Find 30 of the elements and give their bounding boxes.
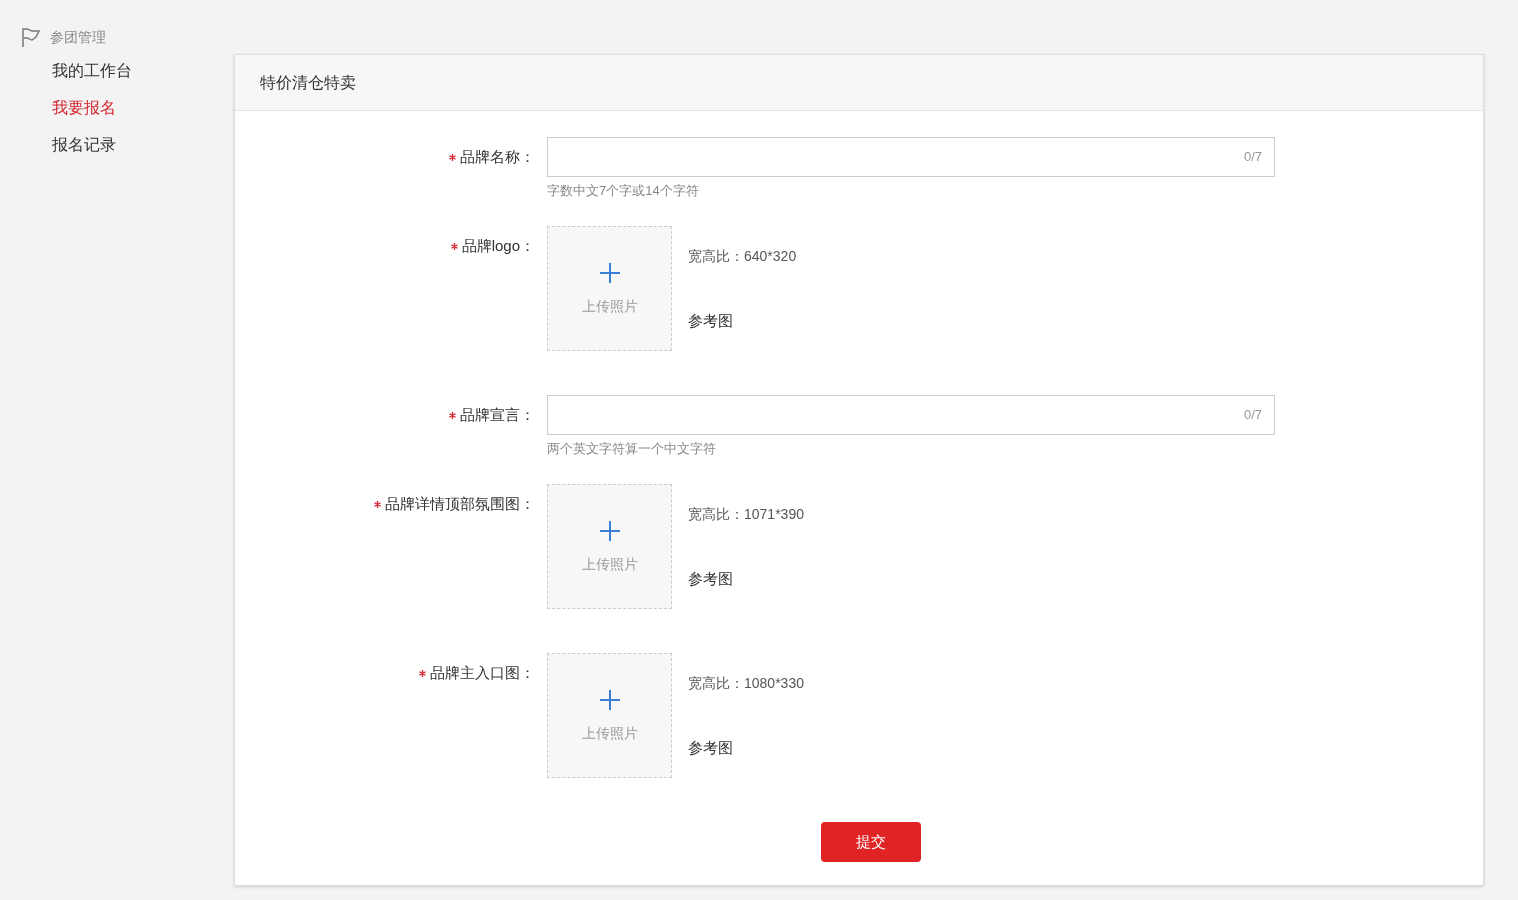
panel-title: 特价清仓特卖 — [260, 72, 356, 93]
sidebar-header: 参团管理 — [50, 28, 106, 47]
character-counter: 0/7 — [1243, 406, 1262, 425]
reference-image-link[interactable]: 参考图 — [688, 568, 804, 591]
upload-photo-button[interactable]: 上传照片 — [547, 226, 672, 351]
field-label: 品牌logo： — [461, 235, 535, 256]
field-label: 品牌主入口图： — [430, 662, 535, 683]
text-input-field[interactable]: 0/7 — [547, 137, 1275, 177]
upload-photo-button[interactable]: 上传照片 — [547, 484, 672, 609]
character-counter: 0/7 — [1243, 148, 1262, 167]
sidebar-item[interactable]: 我的工作台 — [52, 60, 234, 82]
aspect-ratio-text: 宽高比：640*320 — [688, 247, 797, 266]
reference-image-link[interactable]: 参考图 — [688, 737, 804, 760]
field-hint: 字数中文7个字或14个字符 — [547, 184, 700, 198]
field-label: 品牌详情顶部氛围图： — [385, 493, 535, 514]
field-label: 品牌名称： — [460, 146, 535, 167]
upload-photo-button[interactable]: 上传照片 — [547, 653, 672, 778]
text-input-field[interactable]: 0/7 — [547, 395, 1275, 435]
aspect-ratio-text: 宽高比：1080*330 — [688, 674, 804, 693]
plus-icon — [598, 261, 621, 284]
flag-icon — [20, 26, 42, 48]
field-label: 品牌宣言： — [460, 404, 535, 425]
reference-image-link[interactable]: 参考图 — [688, 310, 797, 333]
submit-button[interactable]: 提交 — [821, 822, 921, 862]
plus-icon — [598, 688, 621, 711]
sidebar-item[interactable]: 我要报名 — [52, 97, 234, 119]
aspect-ratio-text: 宽高比：1071*390 — [688, 505, 804, 524]
plus-icon — [598, 519, 621, 542]
field-hint: 两个英文字符算一个中文字符 — [547, 442, 717, 456]
sidebar-item[interactable]: 报名记录 — [52, 134, 234, 156]
